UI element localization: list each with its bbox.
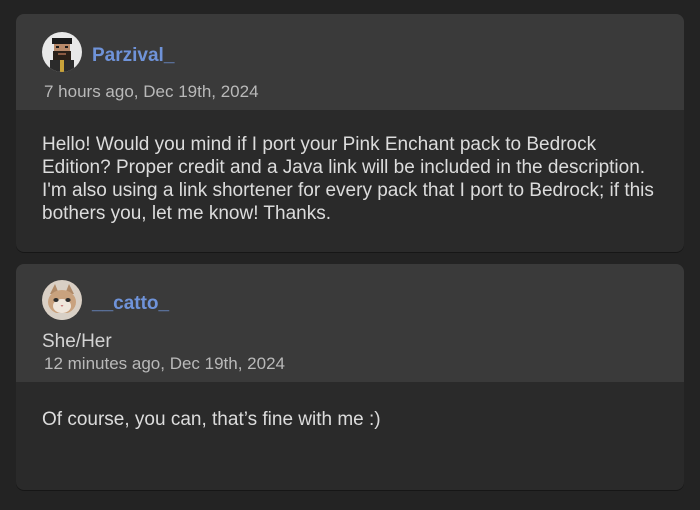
- comment-header: Parzival_ 7 hours ago, Dec 19th, 2024: [16, 14, 684, 110]
- comment-text: Hello! Would you mind if I port your Pin…: [42, 134, 654, 224]
- comment-card: Parzival_ 7 hours ago, Dec 19th, 2024 He…: [16, 14, 684, 252]
- user-avatar-icon[interactable]: [42, 280, 82, 320]
- username-link[interactable]: __catto_: [92, 293, 169, 315]
- user-avatar-icon[interactable]: [42, 32, 82, 72]
- comment-header: __catto_ She/Her 12 minutes ago, Dec 19t…: [16, 264, 684, 382]
- comment-body: Hello! Would you mind if I port your Pin…: [16, 110, 684, 225]
- comment-timestamp: 12 minutes ago, Dec 19th, 2024: [44, 354, 285, 373]
- comment-timestamp: 7 hours ago, Dec 19th, 2024: [44, 82, 259, 101]
- comment-text: Of course, you can, that’s fine with me …: [42, 409, 381, 430]
- comment-body: Of course, you can, that’s fine with me …: [16, 382, 684, 431]
- user-pronouns: She/Her: [42, 331, 112, 352]
- username-link[interactable]: Parzival_: [92, 45, 174, 67]
- comment-card: __catto_ She/Her 12 minutes ago, Dec 19t…: [16, 264, 684, 490]
